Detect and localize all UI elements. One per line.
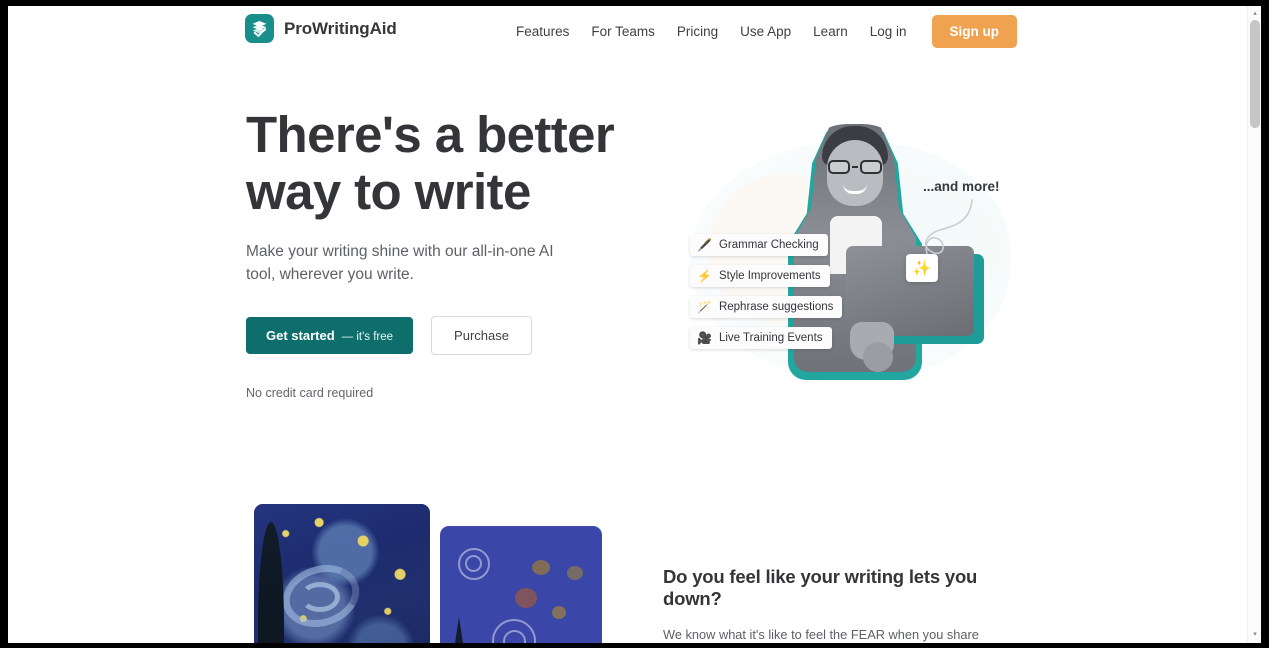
feature-chip-label: Grammar Checking xyxy=(718,239,819,251)
hero-actions: Get started — it's free Purchase xyxy=(246,316,646,355)
feature-chip-label: Rephrase suggestions xyxy=(718,301,834,313)
sparkles-icon: ✨ xyxy=(912,260,932,277)
hero-subtitle: Make your writing shine with our all-in-… xyxy=(246,243,554,283)
spiral-doodle-icon xyxy=(465,555,482,572)
brand-logo-link[interactable]: ProWritingAid xyxy=(245,14,397,43)
section-body: We know what it's like to feel the FEAR … xyxy=(663,627,979,642)
scroll-up-arrow-icon[interactable]: ▴ xyxy=(1251,10,1259,18)
book-pages-icon xyxy=(245,14,274,43)
lower-section-copy: Do you feel like your writing lets you d… xyxy=(663,566,1023,643)
star-blob-icon xyxy=(552,606,566,619)
section-heading: Do you feel like your writing lets you d… xyxy=(663,566,978,609)
crude-sketch-image xyxy=(440,526,602,643)
comparison-images: My idea in my head! xyxy=(254,499,604,643)
hero-copy: There's a better way to write Make your … xyxy=(246,106,646,400)
nav-link-for-teams[interactable]: For Teams xyxy=(580,18,666,45)
page-title: There's a better way to write xyxy=(246,106,646,220)
purchase-button[interactable]: Purchase xyxy=(431,316,532,355)
movie-camera-icon: 🎥 xyxy=(697,331,712,345)
star-blob-icon xyxy=(532,560,550,575)
nav-link-use-app[interactable]: Use App xyxy=(729,18,802,45)
nav-link-pricing[interactable]: Pricing xyxy=(666,18,729,45)
starry-swirl-inner xyxy=(300,582,340,612)
feature-chip-live-training-events[interactable]: 🎥 Live Training Events xyxy=(690,327,832,349)
feature-chip-label: Style Improvements xyxy=(718,270,821,282)
starry-night-image: My idea in my head! xyxy=(254,504,430,643)
get-started-button[interactable]: Get started — it's free xyxy=(246,317,414,354)
sketch-cypress-tree xyxy=(448,617,470,643)
browser-viewport: ProWritingAid Features For Teams Pricing… xyxy=(8,6,1261,643)
page-content: ProWritingAid Features For Teams Pricing… xyxy=(8,6,1247,643)
hero-illustration: ...and more! ✨ 🖋️ Grammar Checking ⚡ Sty… xyxy=(668,114,1028,399)
sign-up-button[interactable]: Sign up xyxy=(931,15,1017,48)
scroll-down-arrow-icon[interactable]: ▾ xyxy=(1251,631,1259,639)
feature-chip-grammar-checking[interactable]: 🖋️ Grammar Checking xyxy=(690,234,828,256)
scrollbar[interactable]: ▴ ▾ xyxy=(1247,6,1261,643)
and-more-label: ...and more! xyxy=(923,179,1000,194)
glasses-icon xyxy=(827,160,883,174)
quill-pen-icon: 🖋️ xyxy=(697,238,712,252)
star-blob-icon xyxy=(515,588,537,608)
scrollbar-thumb[interactable] xyxy=(1250,20,1260,128)
hero-title-line-2: way to write xyxy=(246,163,531,220)
site-header: ProWritingAid Features For Teams Pricing… xyxy=(8,6,1247,63)
feature-chip-rephrase-suggestions[interactable]: 🪄 Rephrase suggestions xyxy=(690,296,843,318)
lightning-bolt-icon: ⚡ xyxy=(697,269,712,283)
no-credit-card-note: No credit card required xyxy=(246,386,374,400)
nav-link-log-in[interactable]: Log in xyxy=(859,18,918,45)
nav-link-features[interactable]: Features xyxy=(505,18,580,45)
feature-chip-label: Live Training Events xyxy=(718,332,823,344)
get-started-sublabel: — it's free xyxy=(341,331,394,343)
sparkles-card[interactable]: ✨ xyxy=(906,254,938,282)
hero-title-line-1: There's a better xyxy=(246,106,615,163)
feature-chip-style-improvements[interactable]: ⚡ Style Improvements xyxy=(690,265,830,287)
magic-wand-icon: 🪄 xyxy=(697,300,712,314)
feature-chip-list: 🖋️ Grammar Checking ⚡ Style Improvements… xyxy=(690,234,870,358)
star-blob-icon xyxy=(567,566,583,580)
main-navigation: Features For Teams Pricing Use App Learn… xyxy=(505,15,1017,48)
nav-link-learn[interactable]: Learn xyxy=(802,18,859,45)
get-started-label: Get started xyxy=(266,328,335,343)
brand-name: ProWritingAid xyxy=(284,18,397,38)
